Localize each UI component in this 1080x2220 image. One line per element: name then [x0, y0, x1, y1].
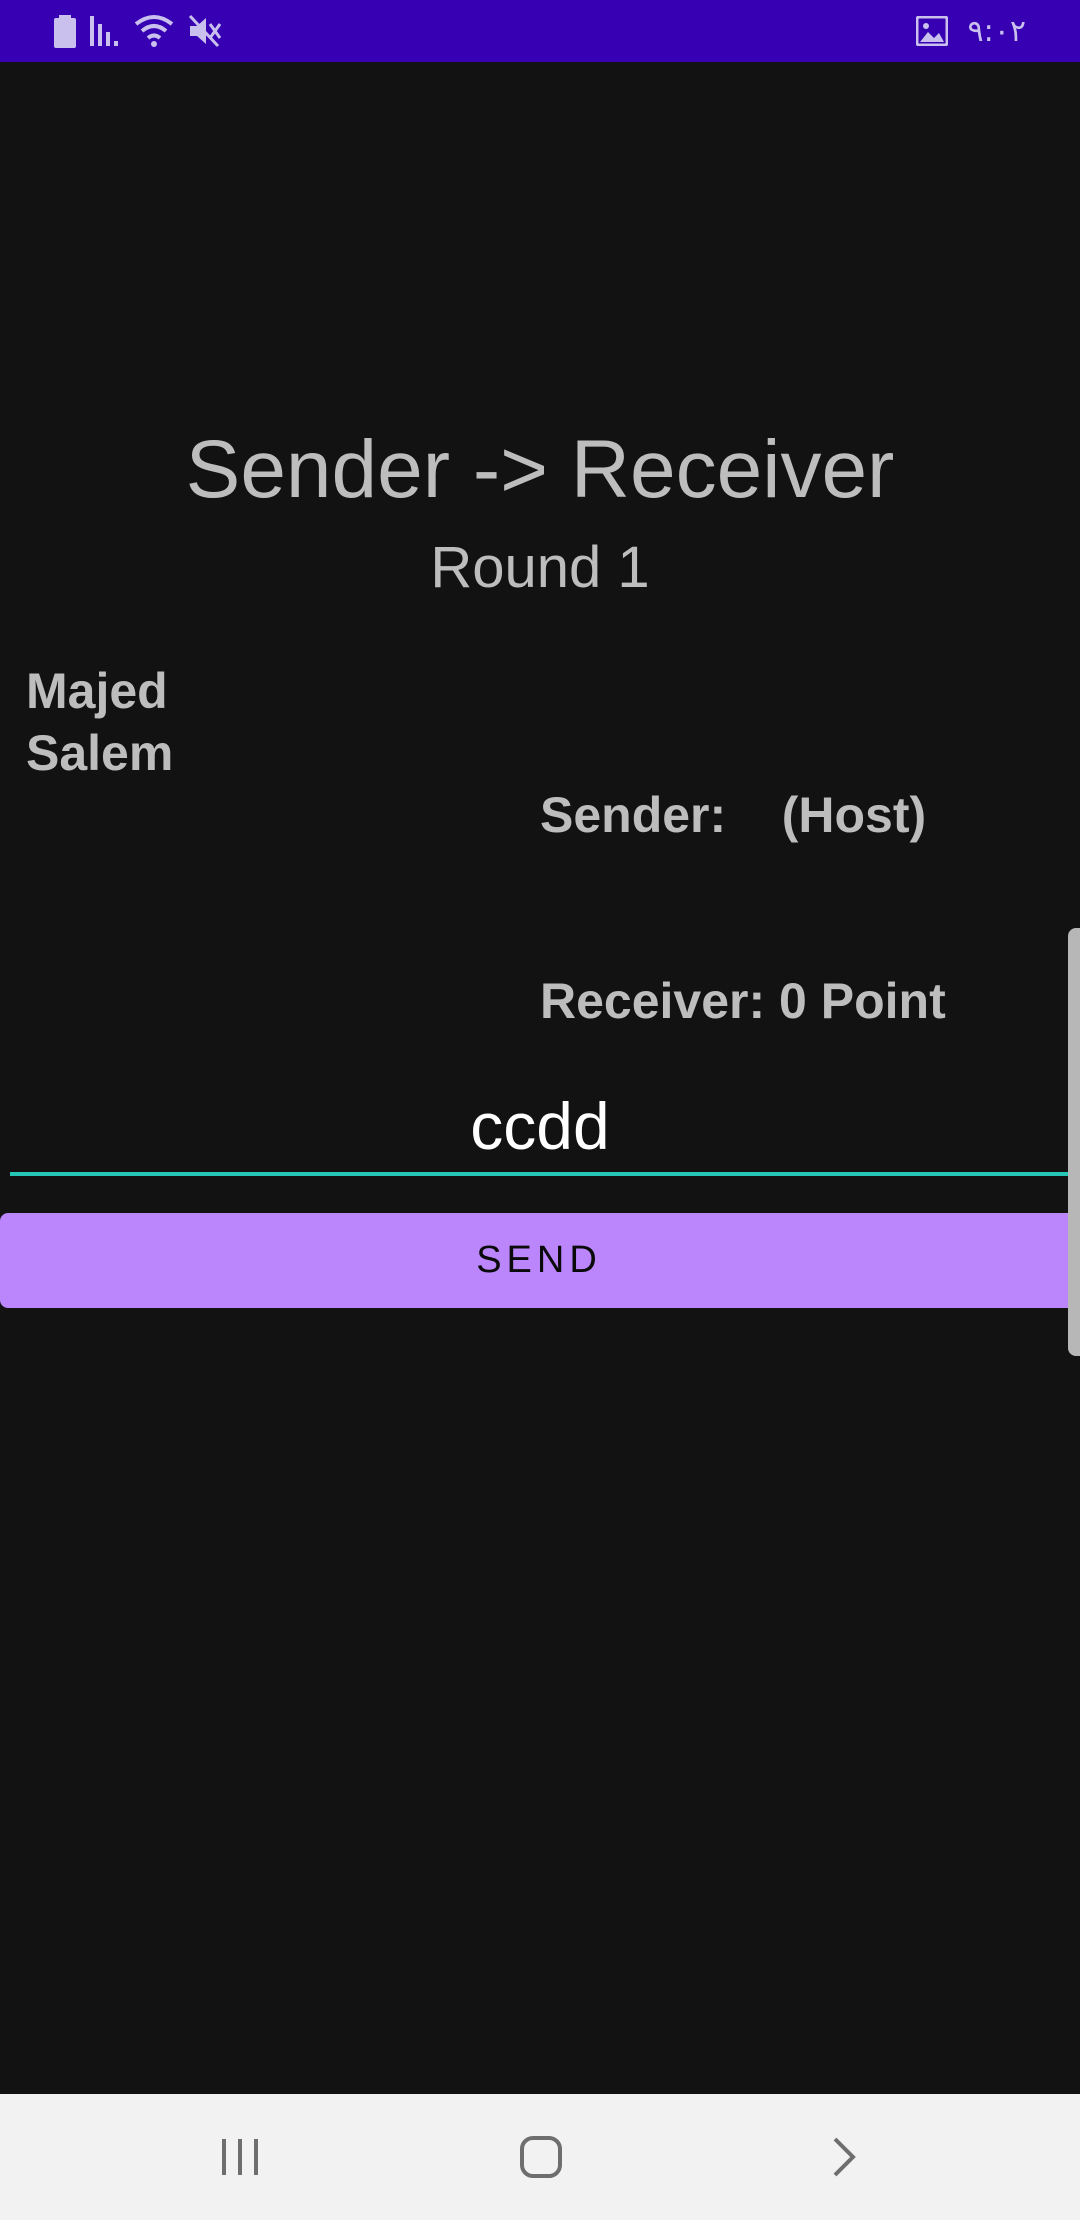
status-icons-right: ٩:٠٢ — [915, 12, 1026, 50]
status-bar: ٩:٠٢ — [0, 0, 1080, 62]
page-title: Sender -> Receiver — [185, 424, 895, 515]
home-icon — [520, 2136, 562, 2178]
wifi-icon — [134, 15, 174, 47]
player-name-1: Majed — [26, 663, 168, 719]
signal-icon — [90, 16, 118, 46]
role-receiver: Receiver: 0 Point — [540, 973, 946, 1029]
recent-apps-button[interactable] — [160, 2094, 320, 2220]
navigation-bar — [0, 2094, 1080, 2220]
send-button[interactable]: SEND — [0, 1213, 1078, 1308]
scroll-indicator[interactable] — [1068, 928, 1080, 1356]
mute-icon — [188, 14, 222, 48]
screen: ٩:٠٢ Sender -> Receiver Round 1 Majed Sa… — [0, 0, 1080, 2220]
player-name-2: Salem — [26, 725, 174, 781]
home-button[interactable] — [461, 2094, 621, 2220]
image-icon — [915, 16, 948, 46]
back-icon — [833, 2137, 856, 2177]
player-names: Majed Salem — [26, 660, 173, 784]
recent-apps-icon — [222, 2139, 258, 2175]
back-button[interactable] — [764, 2094, 924, 2220]
message-input[interactable] — [10, 1080, 1070, 1176]
status-icons-left — [54, 12, 222, 50]
battery-icon — [54, 15, 76, 48]
status-time: ٩:٠٢ — [967, 13, 1026, 49]
role-sender: Sender: (Host) — [540, 787, 927, 843]
round-label: Round 1 — [430, 535, 650, 600]
